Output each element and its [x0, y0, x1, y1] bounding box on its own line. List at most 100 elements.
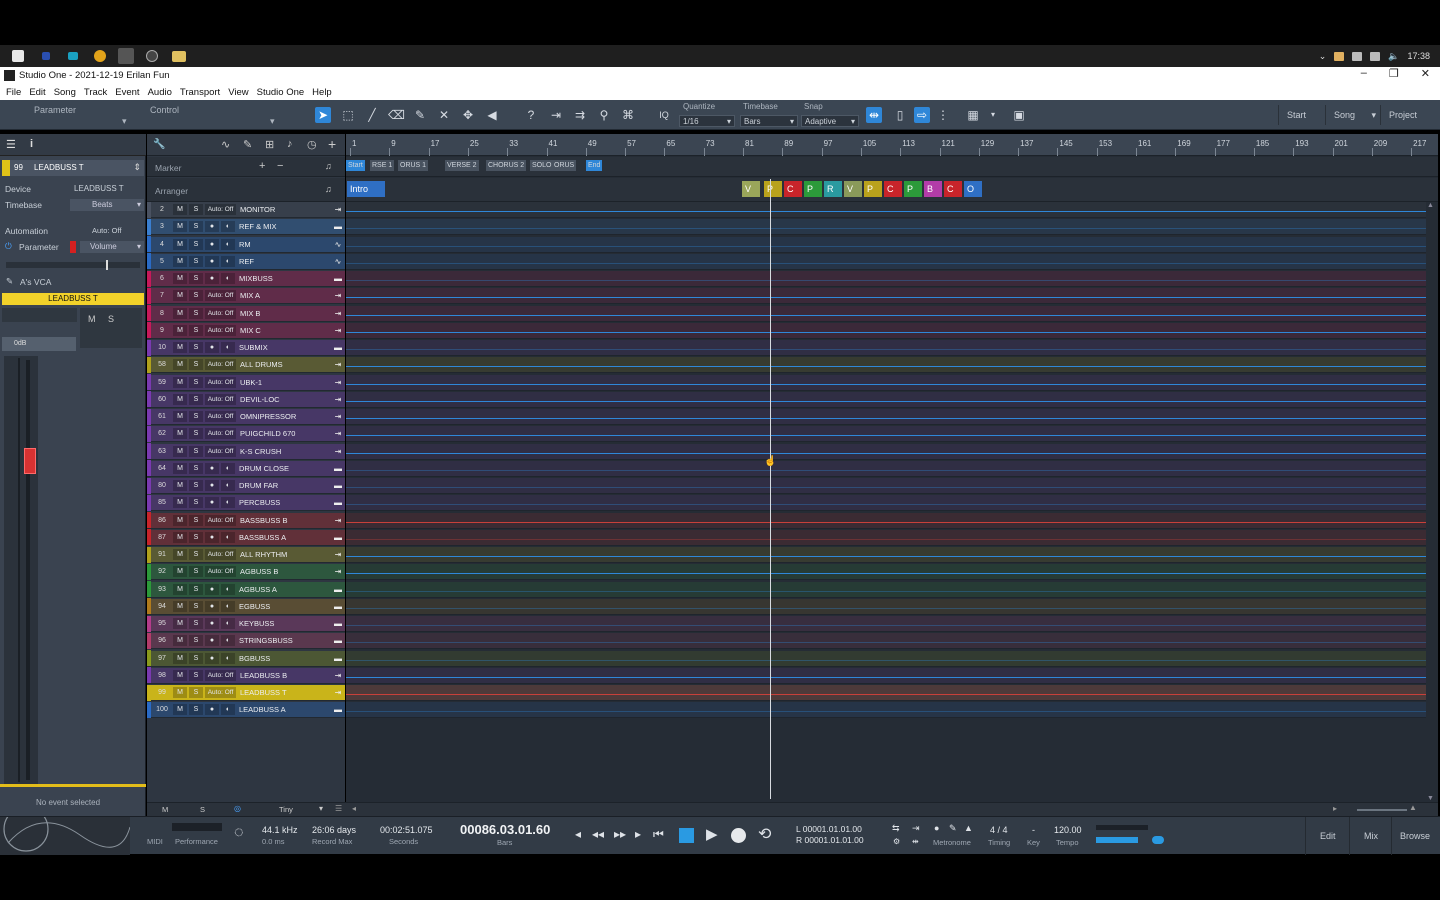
track-name[interactable]: DEVIL-LOC: [238, 395, 331, 404]
preroll-icon[interactable]: ⇥: [912, 823, 920, 834]
track-row[interactable]: 5 M S ● ◐ REF ∿: [147, 253, 345, 270]
menu-studio-one[interactable]: Studio One: [257, 87, 305, 98]
automation-icon[interactable]: ∿: [221, 138, 230, 151]
tray-icon[interactable]: [1334, 51, 1345, 61]
track-mute-button[interactable]: M: [173, 411, 187, 422]
click-icon[interactable]: ●: [934, 823, 939, 833]
monitor-icon[interactable]: ◐: [221, 273, 235, 284]
track-automation-mode[interactable]: Auto: Off: [205, 393, 236, 405]
track-mute-button[interactable]: M: [173, 600, 187, 612]
timebase-select[interactable]: Bars ▾: [740, 115, 798, 127]
track-row[interactable]: 87 M S ● ◐ BASSBUSS A ▬: [147, 529, 345, 546]
track-name[interactable]: LEADBUSS T: [238, 688, 331, 697]
track-solo-button[interactable]: S: [189, 204, 203, 215]
track-solo-button[interactable]: S: [189, 549, 203, 560]
track-solo-button[interactable]: S: [189, 359, 203, 371]
song-page-button[interactable]: Song ▾: [1325, 105, 1380, 125]
file-explorer-icon[interactable]: [172, 50, 186, 62]
track-lane[interactable]: [346, 581, 1426, 598]
track-solo-button[interactable]: S: [189, 342, 203, 353]
track-mute-button[interactable]: M: [173, 497, 187, 509]
channel-insert-slot[interactable]: [2, 308, 77, 322]
volume-fader-handle[interactable]: [24, 448, 36, 474]
eraser-tool-button[interactable]: ⌫: [388, 107, 405, 123]
paint-tool-button[interactable]: ✎: [412, 107, 428, 123]
track-row[interactable]: 92 M S Auto: Off AGBUSS B ⇥: [147, 563, 345, 581]
remove-marker-icon[interactable]: −: [277, 160, 283, 172]
monitor-icon[interactable]: ◐: [221, 221, 235, 233]
automation-line[interactable]: [346, 452, 1426, 454]
arranger-section[interactable]: C: [784, 181, 802, 197]
track-automation-mode[interactable]: Auto: Off: [205, 669, 236, 681]
track-name[interactable]: MIXBUSS: [237, 274, 331, 283]
track-solo-button[interactable]: S: [189, 687, 203, 698]
track-mute-button[interactable]: M: [173, 221, 187, 233]
track-solo-button[interactable]: S: [189, 462, 203, 474]
track-name[interactable]: UBK-1: [238, 378, 331, 387]
studio-one-taskbar-icon[interactable]: [118, 48, 134, 64]
track-name[interactable]: ALL DRUMS: [238, 360, 331, 369]
arranger-section[interactable]: O: [964, 181, 982, 197]
track-solo-button[interactable]: S: [189, 393, 203, 405]
menu-transport[interactable]: Transport: [180, 87, 220, 98]
track-name[interactable]: OMNIPRESSOR: [238, 412, 331, 421]
slider-handle[interactable]: [106, 260, 108, 270]
arranger-section[interactable]: C: [884, 181, 902, 197]
arranger-section[interactable]: P: [904, 181, 922, 197]
automation-line[interactable]: [346, 331, 1426, 333]
device-value[interactable]: LEADBUSS T: [74, 184, 124, 193]
track-solo-button[interactable]: S: [189, 428, 203, 440]
song-marker[interactable]: SOLO: [530, 160, 554, 171]
automation-line[interactable]: [346, 607, 1426, 609]
track-name[interactable]: EGBUSS: [237, 602, 331, 611]
automation-line[interactable]: [346, 659, 1426, 661]
taskbar-app-icon[interactable]: [42, 52, 50, 60]
monitor-icon[interactable]: ◐: [221, 652, 235, 664]
menu-song[interactable]: Song: [54, 87, 76, 98]
track-row[interactable]: 7 M S Auto: Off MIX A ⇥: [147, 287, 345, 305]
track-mute-button[interactable]: M: [173, 618, 187, 629]
track-row[interactable]: 97 M S ● ◐ BGBUSS ▬: [147, 650, 345, 667]
global-mute-button[interactable]: M: [162, 805, 168, 814]
automation-line[interactable]: [346, 694, 1426, 695]
track-automation-mode[interactable]: Auto: Off: [205, 411, 236, 422]
track-row[interactable]: 60 M S Auto: Off DEVIL-LOC ⇥: [147, 391, 345, 408]
menu-view[interactable]: View: [228, 87, 248, 98]
track-mute-button[interactable]: M: [173, 531, 187, 543]
record-arm-icon[interactable]: ●: [205, 238, 219, 250]
track-lane[interactable]: [346, 409, 1426, 425]
record-arm-icon[interactable]: ●: [205, 600, 219, 612]
record-arm-icon[interactable]: ●: [205, 531, 219, 543]
automation-line[interactable]: [346, 469, 1426, 471]
track-name[interactable]: DRUM FAR: [237, 481, 331, 490]
automation-line[interactable]: [346, 366, 1426, 368]
track-mute-button[interactable]: M: [173, 480, 187, 491]
track-row[interactable]: 3 M S ● ◐ REF & MIX ▬: [147, 218, 345, 236]
automation-mode[interactable]: Auto: Off: [92, 226, 121, 235]
track-automation-mode[interactable]: Auto: Off: [205, 204, 236, 215]
tempo-value[interactable]: 120.00: [1054, 825, 1082, 835]
track-automation-mode[interactable]: Auto: Off: [205, 566, 236, 578]
zoom-icon[interactable]: ⚲: [596, 107, 612, 123]
track-solo-button[interactable]: S: [189, 618, 203, 629]
track-row[interactable]: 2 M S Auto: Off MONITOR ⇥: [147, 201, 345, 218]
automation-line[interactable]: [346, 400, 1426, 402]
track-lane[interactable]: [346, 271, 1426, 287]
track-mute-button[interactable]: M: [173, 428, 187, 440]
snap-to-events-button[interactable]: ⇨: [914, 107, 930, 123]
automation-line[interactable]: [346, 711, 1426, 713]
fast-forward-icon[interactable]: ▸▸: [614, 827, 626, 841]
track-name[interactable]: RM: [237, 240, 331, 249]
automation-line[interactable]: [346, 625, 1426, 626]
track-solo-button[interactable]: S: [189, 704, 203, 716]
track-name[interactable]: LEADBUSS B: [238, 671, 331, 680]
track-lane[interactable]: [346, 667, 1426, 684]
key-value[interactable]: -: [1032, 825, 1035, 835]
nudge-forward-icon[interactable]: ⇥: [548, 107, 564, 123]
track-color-swatch[interactable]: [2, 160, 10, 176]
minimize-button[interactable]: –: [1361, 67, 1367, 80]
track-name[interactable]: PERCBUSS: [237, 498, 331, 507]
maximize-button[interactable]: ❐: [1389, 67, 1399, 80]
song-marker[interactable]: Start: [346, 160, 365, 171]
automation-line[interactable]: [346, 487, 1426, 488]
